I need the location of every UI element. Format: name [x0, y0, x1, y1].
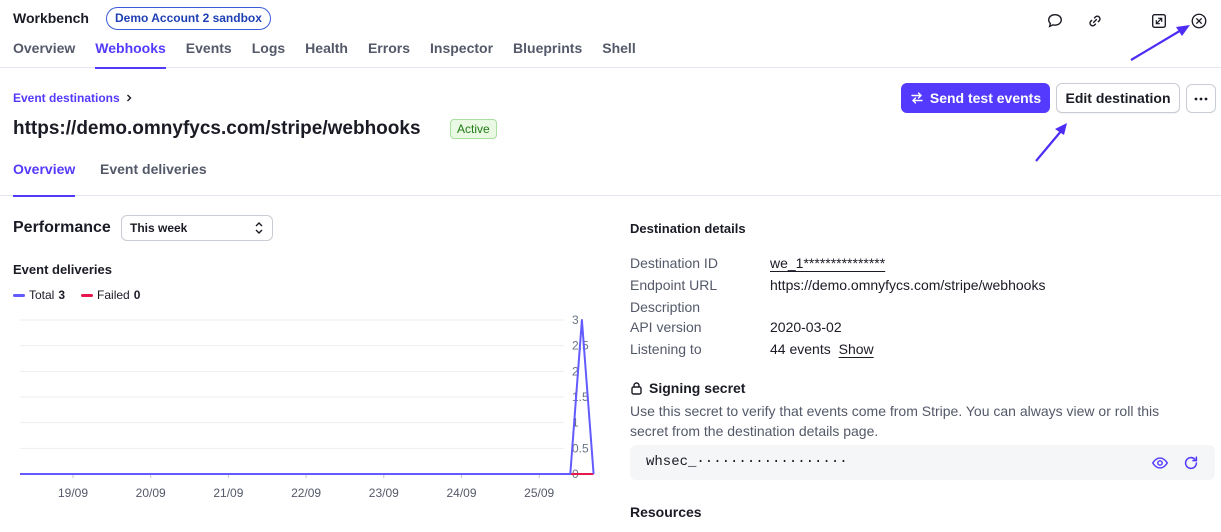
legend-swatch-total [13, 293, 25, 297]
signing-secret-heading: Signing secret [630, 380, 745, 396]
subtab-overview[interactable]: Overview [13, 161, 76, 197]
signing-secret-title: Signing secret [649, 380, 746, 396]
legend-swatch-failed [81, 293, 94, 297]
status-badge: Active [450, 119, 497, 139]
tab-blueprints[interactable]: Blueprints [513, 40, 582, 68]
tab-errors[interactable]: Errors [368, 40, 410, 68]
subtab-event-deliveries[interactable]: Event deliveries [100, 161, 207, 196]
top-bar: Workbench Demo Account 2 sandbox Overvie… [0, 0, 1221, 69]
signing-secret-box: whsec_·················· [630, 445, 1215, 480]
lock-icon [631, 382, 642, 395]
x-tick-label: 19/09 [58, 486, 88, 500]
detail-label: Endpoint URL [630, 277, 718, 293]
detail-label: Listening to [630, 341, 702, 357]
y-tick-label: 3 [572, 313, 579, 327]
performance-title: Performance [13, 219, 111, 236]
tab-logs[interactable]: Logs [252, 40, 285, 68]
tab-webhooks[interactable]: Webhooks [95, 40, 166, 69]
sub-tabs: Overview Event deliveries [0, 152, 1221, 197]
ellipsis-icon [1194, 97, 1208, 100]
tab-health[interactable]: Health [305, 40, 348, 68]
signing-secret-value: whsec_·················· [646, 454, 848, 470]
x-tick-label: 23/09 [369, 486, 399, 500]
legend-failed-label: Failed [97, 288, 130, 302]
app-title: Workbench [13, 10, 89, 26]
send-test-events-label: Send test events [929, 90, 1042, 106]
resources-title: Resources [630, 504, 702, 520]
endpoint-url-value: https://demo.omnyfycs.com/stripe/webhook… [770, 277, 1046, 293]
event-deliveries-title: Event deliveries [13, 262, 112, 277]
detail-label: API version [630, 319, 702, 335]
eye-icon[interactable] [1149, 452, 1171, 474]
tab-shell[interactable]: Shell [602, 40, 635, 68]
listening-count: 44 events [770, 341, 831, 357]
expand-icon[interactable] [1148, 10, 1170, 32]
tab-overview[interactable]: Overview [13, 40, 75, 68]
detail-label: Description [630, 299, 701, 315]
x-tick-label: 20/09 [136, 486, 166, 500]
legend-total-label: Total [29, 288, 55, 302]
chevron-right-icon [126, 94, 132, 102]
tab-events[interactable]: Events [186, 40, 232, 68]
edit-destination-button[interactable]: Edit destination [1056, 83, 1180, 113]
y-tick-label: 0.5 [572, 441, 589, 455]
x-tick-label: 22/09 [291, 486, 321, 500]
close-icon[interactable] [1188, 10, 1210, 32]
destination-details-title: Destination details [630, 221, 746, 236]
x-tick-label: 24/09 [446, 486, 476, 500]
more-options-button[interactable] [1186, 84, 1216, 113]
legend-failed-value: 0 [133, 288, 141, 302]
breadcrumb-label[interactable]: Event destinations [13, 91, 120, 105]
legend-failed: Failed 0 [81, 288, 140, 302]
legend-total-value: 3 [58, 288, 66, 302]
x-tick-label: 21/09 [213, 486, 243, 500]
detail-label: Destination ID [630, 255, 718, 271]
listening-to-value: 44 events Show [770, 341, 874, 357]
main-tabs: Overview Webhooks Events Logs Health Err… [13, 40, 636, 69]
legend-total: Total 3 [13, 288, 65, 302]
breadcrumb[interactable]: Event destinations [13, 91, 134, 105]
tab-inspector[interactable]: Inspector [430, 40, 493, 68]
sandbox-badge[interactable]: Demo Account 2 sandbox [106, 7, 271, 30]
event-deliveries-chart: 00.511.522.5319/09 20/09 21/09 22/09 23/09 24… [20, 313, 595, 500]
send-test-events-button[interactable]: Send test events [901, 83, 1050, 113]
page-title: https://demo.omnyfycs.com/stripe/webhook… [13, 118, 421, 139]
swap-icon [911, 92, 923, 104]
destination-id-value[interactable]: we_1*************** [770, 255, 885, 271]
signing-secret-description: Use this secret to verify that events co… [630, 403, 1160, 439]
link-icon[interactable] [1084, 10, 1106, 32]
refresh-icon[interactable] [1180, 452, 1202, 474]
show-events-link[interactable]: Show [839, 341, 874, 357]
period-select[interactable]: This week [121, 215, 273, 241]
chat-icon[interactable] [1044, 10, 1066, 32]
api-version-value: 2020-03-02 [770, 319, 842, 335]
chart-legend: Total 3 Failed 0 [13, 288, 140, 302]
period-select-value: This week [130, 221, 188, 235]
x-tick-label: 25/09 [524, 486, 554, 500]
chevron-updown-icon [255, 222, 263, 234]
